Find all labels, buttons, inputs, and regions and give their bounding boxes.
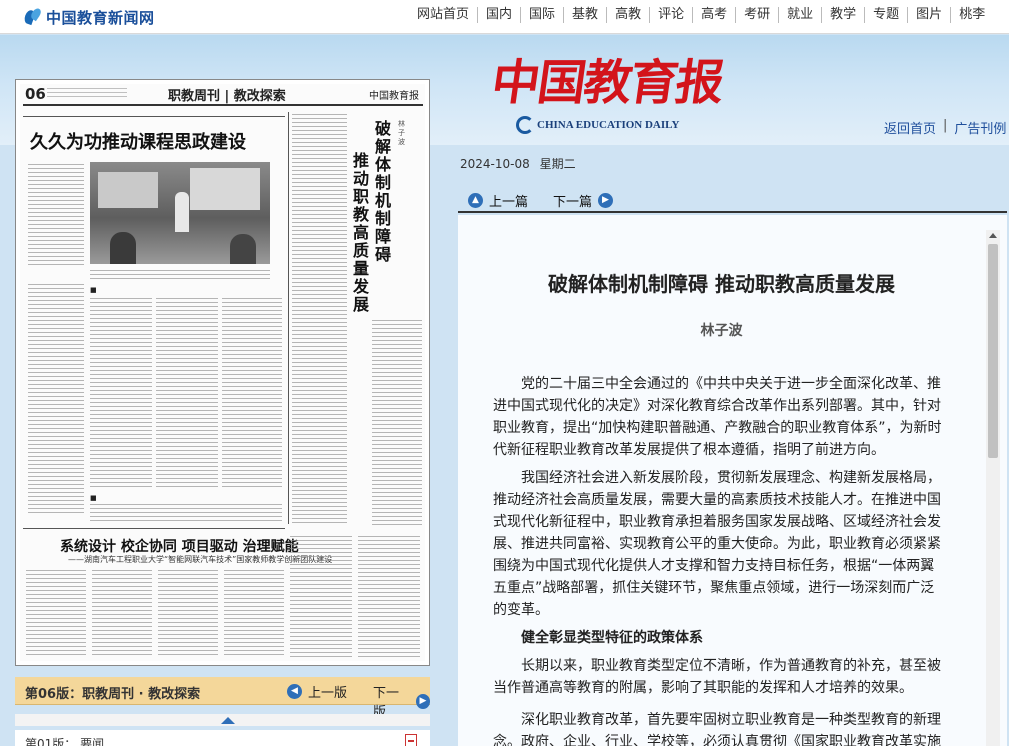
side-headline-col1[interactable]: 破解体制机制障碍	[372, 120, 394, 264]
section-marker: ■	[90, 286, 97, 294]
nav-item-topics[interactable]: 专题	[864, 7, 907, 23]
current-page-label: 第06版：职教周刊 · 教改探索	[25, 687, 201, 702]
text-column[interactable]	[90, 298, 152, 488]
page-meta-lines	[47, 88, 127, 100]
side-headline-col2[interactable]: 推动职教高质量发展	[350, 152, 372, 314]
article-paragraph: 党的二十届三中全会通过的《中共中央关于进一步全面深化改革、推进中国式现代化的决定…	[493, 376, 942, 458]
article-title: 破解体制机制障碍 推动职教高质量发展	[548, 272, 895, 296]
logo-leaf-icon	[22, 6, 43, 27]
nav-item-domestic[interactable]: 国内	[477, 7, 520, 23]
nav-item-teaching[interactable]: 教学	[821, 7, 864, 23]
text-column[interactable]	[358, 536, 420, 658]
nav-item-taoli[interactable]: 桃李	[950, 7, 993, 23]
arrow-left-icon: ◀	[287, 684, 302, 699]
photo-teacher	[175, 192, 189, 232]
scroll-up-icon[interactable]	[989, 233, 997, 238]
prev-page-label: 上一版	[308, 686, 348, 701]
site-logo[interactable]: 中国教育新闻网	[22, 6, 155, 28]
site-logo-text: 中国教育新闻网	[46, 8, 155, 27]
collapse-up-icon	[221, 717, 235, 724]
prev-article-button[interactable]: ▲ 上一篇	[468, 191, 528, 210]
text-column[interactable]	[92, 570, 152, 658]
article-paragraph: 长期以来，职业教育类型定位不清晰，作为普通教育的补充，甚至被当作普通高等教育的附…	[493, 658, 941, 696]
photo-board	[98, 172, 158, 208]
issue-weekday: 星期二	[539, 157, 576, 171]
text-column[interactable]	[158, 570, 218, 658]
text-column[interactable]	[26, 570, 86, 658]
nav-item-higher-edu[interactable]: 高教	[606, 7, 649, 23]
prev-article-label: 上一篇	[489, 195, 529, 210]
nav-item-gaokao[interactable]: 高考	[692, 7, 735, 23]
nav-item-employment[interactable]: 就业	[778, 7, 821, 23]
article-author: 林子波	[700, 323, 743, 339]
arrow-up-icon: ▲	[468, 193, 483, 208]
text-column[interactable]	[28, 284, 84, 514]
page-list-toggle[interactable]	[15, 714, 430, 726]
article-subheading: 健全彰显类型特征的政策体系	[521, 630, 703, 646]
nav-item-kaoyan[interactable]: 考研	[735, 7, 778, 23]
newspaper-page: 06 职教周刊 | 教改探索 中国教育报 久久为功推动课程思政建设 ■ ■ 破解…	[20, 84, 425, 661]
nav-item-basic-edu[interactable]: 基教	[563, 7, 606, 23]
prev-page-button[interactable]: ◀ 上一版	[287, 682, 347, 701]
photo-student	[110, 232, 136, 264]
bottom-headline[interactable]: 系统设计 校企协同 项目驱动 治理赋能	[60, 536, 299, 556]
rule-line	[23, 116, 285, 117]
text-column[interactable]	[372, 320, 422, 526]
issue-date: 2024-10-08 星期二	[460, 155, 576, 172]
ad-rates-link[interactable]: 广告刊例	[954, 118, 1006, 137]
text-column[interactable]	[90, 504, 282, 522]
column-divider	[288, 112, 289, 524]
masthead-title: 中国教育报	[488, 55, 726, 111]
page-number: 06	[25, 85, 46, 103]
article-paragraph: 深化职业教育改革，首先要牢固树立职业教育是一种类型教育的新理念。政府、企业、行业…	[493, 712, 941, 746]
article-nav: ▲ 上一篇 下一篇 ▶	[458, 185, 1007, 213]
return-home-link[interactable]: 返回首页	[884, 118, 936, 137]
newspaper-page-image[interactable]: 06 职教周刊 | 教改探索 中国教育报 久久为功推动课程思政建设 ■ ■ 破解…	[15, 79, 430, 666]
scroll-thumb[interactable]	[988, 244, 998, 458]
classroom-photo[interactable]	[90, 162, 270, 264]
next-article-button[interactable]: 下一篇 ▶	[553, 191, 614, 210]
photo-student	[230, 234, 256, 264]
top-bar: 中国教育新闻网 网站首页 国内 国际 基教 高教 评论 高考 考研 就业 教学 …	[0, 0, 1009, 34]
article-scrollbar[interactable]	[986, 230, 1000, 746]
main-nav: 网站首页 国内 国际 基教 高教 评论 高考 考研 就业 教学 专题 图片 桃李	[409, 7, 993, 23]
masthead-emblem-icon	[516, 116, 534, 134]
page-list-item[interactable]: 第01版： 要闻	[15, 730, 430, 746]
photo-caption	[90, 270, 270, 280]
rule-line	[23, 528, 285, 529]
text-column[interactable]	[156, 298, 218, 488]
nav-item-home[interactable]: 网站首页	[409, 7, 477, 23]
next-article-label: 下一篇	[553, 195, 593, 210]
photo-screen	[190, 168, 260, 210]
text-column[interactable]	[292, 114, 347, 524]
header-links: 返回首页 | 广告刊例	[884, 118, 1006, 137]
arrow-right-icon: ▶	[415, 693, 430, 709]
issue-date-value: 2024-10-08	[460, 157, 530, 171]
newspaper-masthead: 中国教育报 CHINA EDUCATION DAILY	[488, 52, 726, 134]
page-list-item-label: 第01版： 要闻	[25, 737, 105, 746]
page-header: 06 职教周刊 | 教改探索 中国教育报	[23, 84, 423, 106]
section-marker: ■	[90, 494, 97, 502]
page-brand: 中国教育报	[369, 91, 419, 102]
arrow-right-icon: ▶	[598, 193, 614, 208]
nav-item-international[interactable]: 国际	[520, 7, 563, 23]
text-column[interactable]	[222, 298, 282, 488]
text-column[interactable]	[28, 164, 84, 266]
masthead-english-text: CHINA EDUCATION DAILY	[537, 119, 680, 131]
side-author: 林子波	[398, 120, 405, 146]
text-column[interactable]	[290, 536, 352, 658]
nav-item-commentary[interactable]: 评论	[649, 7, 692, 23]
link-separator: |	[943, 118, 948, 133]
article-paragraph: 我国经济社会进入新发展阶段，贯彻新发展理念、构建新发展格局，推动经济社会高质量发…	[493, 470, 941, 618]
page-switcher: 第06版：职教周刊 · 教改探索 ◀ 上一版 下一版 ▶	[15, 677, 430, 720]
masthead-english: CHINA EDUCATION DAILY	[516, 116, 679, 134]
main-headline[interactable]: 久久为功推动课程思政建设	[30, 128, 246, 154]
text-column[interactable]	[224, 570, 284, 658]
nav-item-pictures[interactable]: 图片	[907, 7, 950, 23]
page-section: 职教周刊 | 教改探索	[168, 89, 286, 104]
pdf-icon[interactable]	[405, 734, 417, 746]
